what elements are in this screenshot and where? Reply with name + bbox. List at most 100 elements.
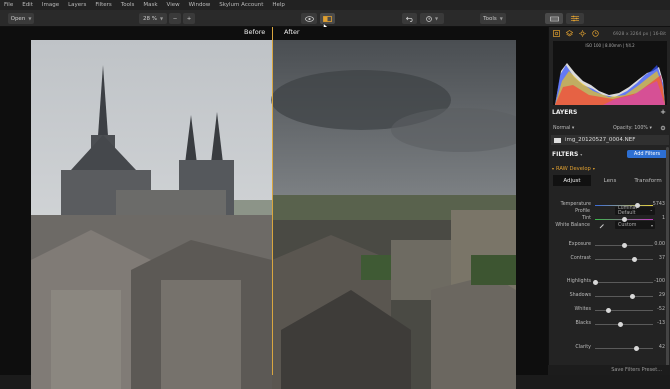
slider-value: 1 [661, 216, 665, 221]
blend-mode-value: Normal [553, 126, 571, 131]
slider-label: Shadows [569, 293, 591, 298]
menu-view[interactable]: View [167, 2, 180, 8]
layers-title: LAYERS [552, 108, 578, 116]
slider-value: 0.00 [654, 242, 665, 247]
chevron-down-icon: ▼ [28, 16, 32, 21]
zoom-value: 28 % [142, 15, 157, 22]
adjustments-panel-button[interactable] [566, 13, 584, 24]
slider-track[interactable] [595, 259, 653, 260]
zoom-select[interactable]: 28 % ▼ [139, 13, 167, 24]
slider-knob[interactable] [606, 308, 612, 313]
menu-skylum-account[interactable]: Skylum Account [219, 2, 263, 8]
image-info-icon[interactable] [553, 29, 560, 37]
menu-help[interactable]: Help [272, 2, 285, 8]
add-layer-icon[interactable]: + [660, 108, 666, 116]
slider-knob[interactable] [633, 346, 639, 351]
chevron-down-icon: ▾ [592, 166, 595, 171]
slider-label: Blacks [575, 321, 591, 326]
slider-knob[interactable] [618, 322, 624, 327]
gear-icon[interactable] [660, 125, 666, 131]
undo-icon [405, 16, 413, 22]
slider-knob[interactable] [592, 280, 598, 285]
slider-blacks[interactable]: Blacks -13 [549, 321, 670, 329]
menu-layers[interactable]: Layers [68, 2, 86, 8]
slider-knob[interactable] [621, 217, 627, 222]
slider-value: -13 [657, 321, 665, 326]
menu-filters[interactable]: Filters [95, 2, 112, 8]
slider-exposure[interactable]: Exposure 0.00 [549, 242, 670, 250]
sliders-icon [571, 15, 579, 22]
slider-label: Tint [581, 216, 591, 221]
menu-image[interactable]: Image [42, 2, 59, 8]
slider-temperature[interactable]: Temperature 5743 [549, 202, 670, 210]
raw-develop-header[interactable]: ▾ RAW Develop ▾ [549, 164, 670, 173]
slider-track[interactable] [595, 282, 653, 283]
panel-scrollbar[interactable] [666, 147, 669, 375]
blend-mode-select[interactable]: Normal ▾ [553, 126, 574, 131]
slider-knob[interactable] [629, 294, 635, 299]
menu-window[interactable]: Window [189, 2, 211, 8]
slider-track[interactable] [595, 205, 653, 206]
panel-footer: Save Filters Preset... [548, 365, 670, 375]
open-label: Open [10, 15, 26, 22]
slider-clarity[interactable]: Clarity 42 [549, 345, 670, 353]
split-view-icon [323, 15, 332, 22]
tab-transform[interactable]: Transform [629, 175, 667, 186]
layers-icon[interactable] [566, 29, 573, 37]
chevron-down-icon[interactable]: ▾ [580, 152, 582, 157]
zoom-in-button[interactable]: + [183, 13, 195, 24]
filters-title: FILTERS [552, 150, 579, 158]
slider-value: 29 [658, 293, 665, 298]
opacity-value: Opacity: 100% [613, 126, 648, 131]
undo-button[interactable] [402, 13, 417, 24]
slider-track[interactable] [595, 296, 653, 297]
menu-bar: File Edit Image Layers Filters Tools Mas… [0, 0, 670, 10]
menu-mask[interactable]: Mask [143, 2, 157, 8]
layer-name: img_20120527_0004.NEF [565, 137, 636, 143]
slider-track[interactable] [595, 324, 653, 325]
slider-track[interactable] [595, 348, 653, 349]
raw-develop-title: RAW Develop [556, 165, 591, 172]
zoom-out-button[interactable]: − [169, 13, 181, 24]
opacity-control[interactable]: Opacity: 100% ▾ [613, 126, 652, 131]
preview-toggle-button[interactable] [301, 13, 317, 24]
before-label: Before [244, 28, 266, 36]
tools-label: Tools [483, 15, 497, 22]
tab-lens[interactable]: Lens [591, 175, 629, 186]
slider-value: 37 [658, 256, 665, 261]
layers-header: LAYERS + [549, 107, 670, 117]
add-filters-button[interactable]: Add Filters [627, 150, 667, 158]
slider-value: 42 [658, 345, 665, 350]
open-button[interactable]: Open ▼ [8, 13, 34, 24]
chevron-down-icon: ▼ [499, 16, 503, 21]
menu-file[interactable]: File [4, 2, 13, 8]
history-button[interactable]: ▼ [420, 13, 444, 24]
minus-icon: − [172, 15, 178, 22]
right-panel: 6928 x 3264 px | 16-Bit ISO 100 | 8.00mm… [548, 27, 670, 375]
layer-item[interactable]: img_20120527_0004.NEF [551, 135, 669, 145]
raw-develop-tabs: Adjust Lens Transform [553, 175, 667, 186]
image-canvas[interactable]: Before After [0, 27, 548, 389]
before-after-split-handle[interactable] [272, 27, 273, 375]
slider-tint[interactable]: Tint 1 [549, 216, 670, 224]
slider-track[interactable] [595, 310, 653, 311]
save-filters-preset-button[interactable]: Save Filters Preset... [611, 367, 662, 373]
library-view-button[interactable] [545, 13, 563, 24]
tools-button[interactable]: Tools ▼ [480, 13, 506, 24]
slider-whites[interactable]: Whites -52 [549, 307, 670, 315]
chevron-down-icon: ▼ [159, 16, 164, 21]
menu-edit[interactable]: Edit [22, 2, 33, 8]
slider-shadows[interactable]: Shadows 29 [549, 293, 670, 301]
menu-tools[interactable]: Tools [121, 2, 135, 8]
slider-label: Exposure [568, 242, 591, 247]
tab-adjust[interactable]: Adjust [553, 175, 591, 186]
slider-knob[interactable] [621, 243, 627, 248]
image-dimensions: 6928 x 3264 px | 16-Bit [612, 32, 666, 37]
sun-icon[interactable] [579, 29, 586, 37]
slider-knob[interactable] [631, 257, 637, 262]
toolbar: Open ▼ 28 % ▼ − + ▼ Tools ▼ [0, 10, 670, 31]
slider-highlights[interactable]: Highlights -100 [549, 279, 670, 287]
slider-knob[interactable] [635, 203, 641, 208]
slider-contrast[interactable]: Contrast 37 [549, 256, 670, 264]
history-icon[interactable] [592, 29, 599, 37]
